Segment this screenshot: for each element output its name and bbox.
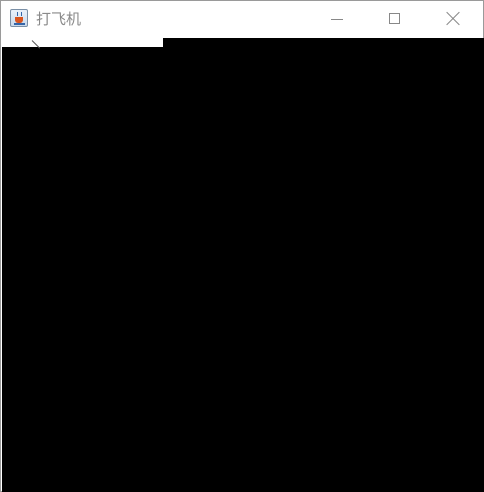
close-icon <box>446 12 460 26</box>
maximize-button[interactable] <box>372 1 418 38</box>
game-window: 打飞机 <box>0 0 484 492</box>
maximize-icon <box>389 13 400 24</box>
minimize-button[interactable] <box>314 1 360 38</box>
close-button[interactable] <box>430 1 476 38</box>
title-bar[interactable]: 打飞机 <box>1 1 483 38</box>
hud-strip <box>2 38 163 49</box>
hud-mark <box>31 40 41 49</box>
window-title: 打飞机 <box>36 10 82 28</box>
game-canvas[interactable] <box>2 38 484 492</box>
java-cup-icon[interactable] <box>10 9 28 27</box>
minimize-icon <box>331 19 343 20</box>
